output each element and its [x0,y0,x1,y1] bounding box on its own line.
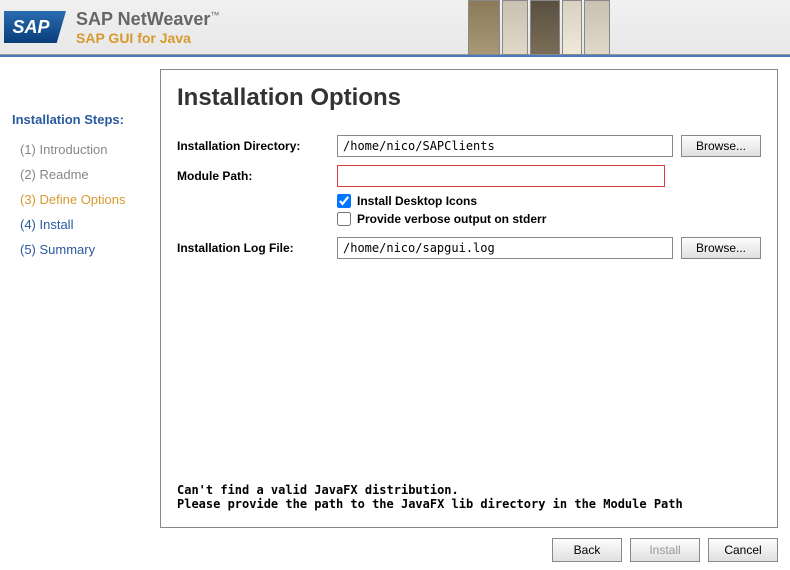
install-button[interactable]: Install [630,538,700,562]
log-file-label: Installation Log File: [177,241,337,255]
footer-buttons: Back Install Cancel [160,534,790,570]
product-subtitle: SAP GUI for Java [76,30,219,46]
desktop-icons-label: Install Desktop Icons [357,194,477,208]
browse-install-dir-button[interactable]: Browse... [681,135,761,157]
header-decoration [468,0,610,55]
step-install[interactable]: (4) Install [12,212,152,237]
cancel-button[interactable]: Cancel [708,538,778,562]
install-dir-input[interactable] [337,135,673,157]
sidebar: Installation Steps: (1) Introduction (2)… [0,57,160,570]
error-message: Can't find a valid JavaFX distribution. … [177,483,761,511]
page-title: Installation Options [177,84,761,112]
log-file-input[interactable] [337,237,673,259]
desktop-icons-checkbox[interactable] [337,194,351,208]
back-button[interactable]: Back [552,538,622,562]
module-path-input[interactable] [337,165,665,187]
main-panel: Installation Options Installation Direct… [160,69,778,528]
verbose-label: Provide verbose output on stderr [357,212,546,226]
browse-log-file-button[interactable]: Browse... [681,237,761,259]
sidebar-title: Installation Steps: [12,112,152,127]
step-summary[interactable]: (5) Summary [12,237,152,262]
sap-logo: SAP [4,11,66,43]
module-path-label: Module Path: [177,169,337,183]
product-title: SAP NetWeaver™ [76,9,219,30]
step-readme[interactable]: (2) Readme [12,162,152,187]
install-dir-label: Installation Directory: [177,139,337,153]
header-text: SAP NetWeaver™ SAP GUI for Java [76,9,219,46]
step-define-options[interactable]: (3) Define Options [12,187,152,212]
step-introduction[interactable]: (1) Introduction [12,137,152,162]
verbose-checkbox[interactable] [337,212,351,226]
header: SAP SAP NetWeaver™ SAP GUI for Java [0,0,790,55]
